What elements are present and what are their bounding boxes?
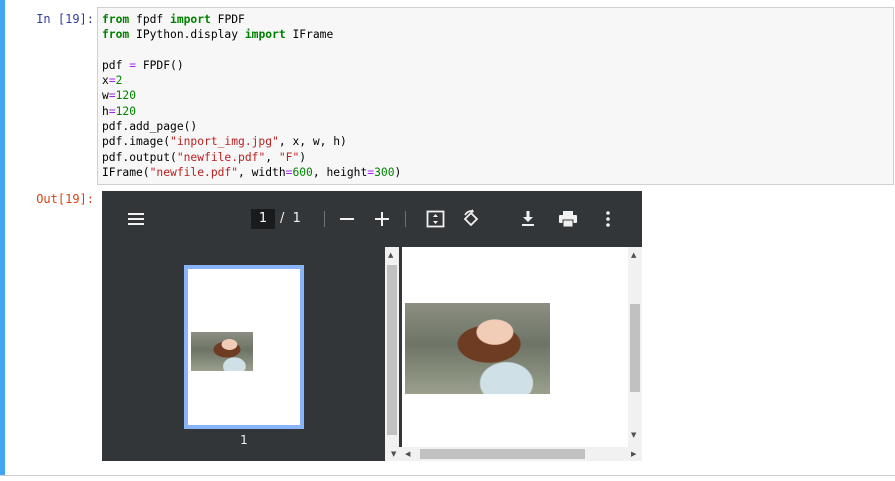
scroll-left-arrow-icon[interactable]: ◀: [405, 450, 410, 458]
zoom-out-icon[interactable]: [338, 210, 356, 228]
pdf-toolbar: 1 / 1: [102, 191, 642, 247]
scroll-down-arrow-icon[interactable]: ▼: [391, 450, 396, 458]
code-line: pdf = FPDF(): [102, 58, 184, 72]
download-icon[interactable]: [519, 210, 537, 228]
sidebar-scrollbar[interactable]: ▲: [385, 247, 399, 461]
input-prompt: In [19]:: [36, 12, 94, 26]
content-scrollbar-thumb[interactable]: [630, 304, 640, 392]
code-line: from IPython.display import IFrame: [102, 28, 334, 42]
horizontal-scrollbar-thumb[interactable]: [420, 449, 585, 459]
rotate-icon[interactable]: [461, 209, 481, 229]
code-line: x=2: [102, 74, 123, 88]
page-number-input[interactable]: 1: [251, 209, 275, 229]
cell-divider: [0, 475, 895, 476]
menu-icon[interactable]: [127, 210, 145, 228]
scroll-down-arrow-icon[interactable]: ▼: [631, 431, 636, 439]
toolbar-separator: [324, 211, 325, 227]
code-editor[interactable]: from fpdf import FPDF from IPython.displ…: [98, 8, 893, 180]
code-input-area[interactable]: from fpdf import FPDF from IPython.displ…: [97, 7, 894, 185]
fit-to-page-icon[interactable]: [426, 210, 445, 228]
pdf-viewer-iframe[interactable]: 1 / 1 1 ▲ ▲ ▼ ▼ ◀ ▶: [102, 191, 642, 461]
code-line: w=120: [102, 89, 137, 103]
page-total: / 1: [280, 211, 301, 226]
content-vertical-scrollbar[interactable]: ▲ ▼: [628, 247, 642, 447]
page-photo: [405, 303, 550, 394]
content-horizontal-scrollbar[interactable]: ▼ ◀ ▶: [385, 447, 642, 461]
sidebar-scrollbar-thumb[interactable]: [387, 265, 397, 435]
cell-selection-bar: [0, 0, 5, 476]
more-vertical-icon[interactable]: [604, 210, 612, 228]
thumbnail-sidebar: 1: [102, 247, 385, 461]
code-line: h=120: [102, 104, 137, 118]
output-prompt: Out[19]:: [36, 192, 94, 206]
scroll-up-arrow-icon[interactable]: ▲: [388, 251, 393, 259]
thumbnail-photo: [191, 332, 253, 371]
code-line: IFrame("newfile.pdf", width=600, height=…: [102, 165, 402, 179]
zoom-in-icon[interactable]: [373, 210, 391, 228]
scroll-up-arrow-icon[interactable]: ▲: [631, 251, 636, 259]
thumbnail-page-number: 1: [240, 433, 248, 447]
scroll-right-arrow-icon[interactable]: ▶: [631, 450, 636, 458]
code-line: pdf.image("inport_img.jpg", x, w, h): [102, 135, 347, 149]
code-line: pdf.output("newfile.pdf", "F"): [102, 150, 307, 164]
print-icon[interactable]: [558, 210, 578, 228]
page-thumbnail[interactable]: [184, 265, 304, 429]
pdf-page-content: [402, 247, 628, 447]
toolbar-separator: [405, 211, 406, 227]
code-line: pdf.add_page(): [102, 120, 198, 134]
code-line: from fpdf import FPDF: [102, 13, 245, 26]
thumbnail-page: [188, 269, 300, 425]
